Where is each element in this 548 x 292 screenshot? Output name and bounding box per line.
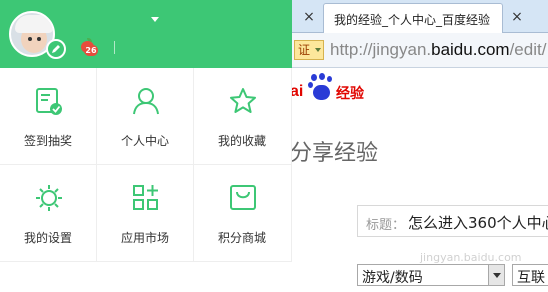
watermark-text: jingyan.baidu.com [420, 251, 522, 264]
menu-item-label: 我的收藏 [217, 134, 266, 148]
user-dropdown-panel: 26 签到抽奖 个人中心 我的收藏 我的设置 应用市场 积分商城 [0, 0, 292, 292]
menu-item-profile[interactable]: 个人中心 [97, 68, 194, 165]
chevron-down-icon [315, 48, 321, 52]
star-icon [230, 88, 256, 113]
menu-item-points-mall[interactable]: 积分商城 [194, 165, 292, 262]
panel-footer [0, 262, 292, 292]
settings-icon [36, 185, 62, 211]
menu-item-label: 我的设置 [23, 231, 72, 245]
menu-item-app-market[interactable]: 应用市场 [97, 165, 194, 262]
baidu-paw-icon [308, 73, 334, 103]
title-label: 标题： [366, 218, 406, 233]
url-prefix: http://jingyan. [330, 40, 432, 59]
person-icon [133, 88, 159, 115]
certificate-label: 证 [298, 43, 311, 57]
avatar-eye [28, 37, 32, 41]
title-value: 怎么进入360个人中心 [408, 214, 548, 232]
checkin-icon [36, 88, 62, 115]
menu-item-label: 应用市场 [120, 231, 169, 245]
menu-grid: 签到抽奖 个人中心 我的收藏 我的设置 应用市场 积分商城 [0, 68, 292, 262]
baidu-jingyan-logo[interactable]: ai 经验 [290, 73, 390, 107]
active-tab-title: 我的经验_个人中心_百度经验 [334, 13, 491, 27]
title-input[interactable]: 标题： 怎么进入360个人中心 [357, 205, 548, 237]
level-badge: 26 [84, 45, 98, 56]
close-tab-button-left[interactable]: × [296, 4, 322, 30]
chevron-down-icon[interactable] [488, 265, 504, 285]
certificate-button[interactable]: 证 [294, 40, 324, 60]
divider [114, 41, 115, 54]
menu-item-label: 个人中心 [120, 134, 169, 148]
menu-item-label: 积分商城 [217, 231, 266, 245]
pencil-icon [52, 45, 60, 53]
subcategory-value: 互联 [517, 270, 545, 286]
menu-item-settings[interactable]: 我的设置 [0, 165, 97, 262]
avatar-eye [37, 37, 41, 41]
url-input[interactable]: http://jingyan.baidu.com/edit/ [330, 38, 546, 62]
menu-item-checkin[interactable]: 签到抽奖 [0, 68, 97, 165]
menu-item-label: 签到抽奖 [23, 134, 72, 148]
logo-prefix: ai [290, 83, 304, 100]
category-value: 游戏/数码 [362, 270, 423, 286]
panel-header: 26 [0, 0, 292, 68]
logo-mark: 经验 [336, 86, 364, 102]
shopping-bag-icon [230, 185, 256, 210]
chevron-down-icon[interactable] [151, 16, 161, 24]
page-heading: 分享经验 [290, 141, 379, 166]
category-select[interactable]: 游戏/数码 [357, 264, 505, 286]
active-tab[interactable]: 我的经验_个人中心_百度经验 [323, 3, 503, 33]
menu-item-favorites[interactable]: 我的收藏 [194, 68, 292, 165]
edit-avatar-button[interactable] [46, 39, 66, 59]
url-suffix: /edit/ [509, 40, 547, 59]
subcategory-select[interactable]: 互联 [512, 264, 548, 286]
close-tab-button[interactable]: × [504, 4, 530, 30]
url-domain: baidu.com [431, 40, 510, 59]
apps-icon [133, 185, 158, 210]
avatar-hat [15, 15, 53, 33]
